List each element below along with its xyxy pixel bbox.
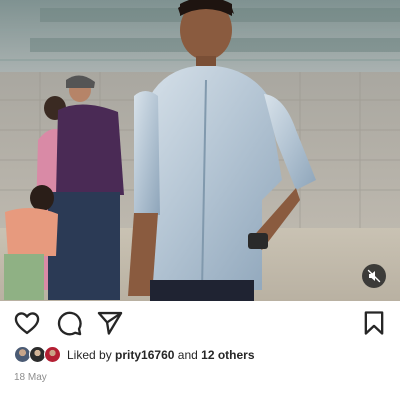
likes-text: Liked by prity16760 and 12 others (67, 348, 255, 362)
speaker-muted-icon (367, 269, 381, 283)
comment-bubble-icon[interactable] (55, 309, 83, 337)
liker-username-link[interactable]: prity16760 (115, 348, 174, 362)
paper-plane-icon[interactable] (96, 309, 124, 337)
liker-avatars (14, 345, 62, 365)
likes-prefix: Liked by (67, 348, 112, 362)
instagram-post: Liked by prity16760 and 12 others 18 May (0, 0, 400, 400)
likes-connector: and (177, 348, 198, 362)
avatar (44, 346, 61, 363)
heart-outline-icon[interactable] (13, 309, 41, 337)
likes-summary[interactable]: Liked by prity16760 and 12 others (14, 343, 255, 367)
mute-button[interactable] (362, 264, 386, 288)
post-photo[interactable] (0, 0, 400, 301)
likes-others-link[interactable]: 12 others (201, 348, 254, 362)
post-action-bar (0, 304, 400, 342)
post-date: 18 May (14, 372, 47, 383)
photo-illustration (0, 0, 400, 301)
bookmark-outline-icon[interactable] (360, 309, 388, 337)
